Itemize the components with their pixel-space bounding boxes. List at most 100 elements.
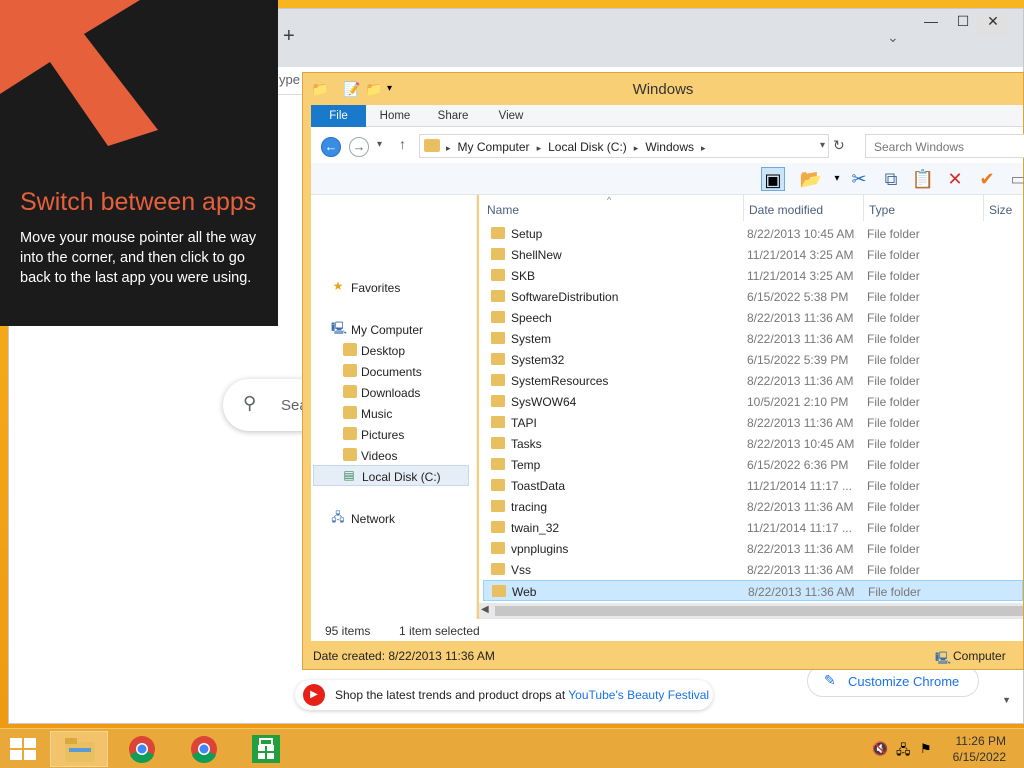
- back-button[interactable]: ←: [321, 137, 341, 157]
- up-button[interactable]: ↑: [399, 136, 406, 152]
- table-row[interactable]: System 8/22/2013 11:36 AM File folder: [483, 328, 1023, 349]
- taskbar-chrome-1[interactable]: [114, 731, 172, 767]
- delete-icon[interactable]: ✕: [943, 167, 967, 191]
- chrome-close-button[interactable]: ✕: [977, 13, 1009, 35]
- tab-share[interactable]: Share: [433, 105, 473, 127]
- table-row[interactable]: Setup 8/22/2013 10:45 AM File folder: [483, 223, 1023, 244]
- new-tab-button[interactable]: +: [283, 25, 295, 48]
- address-dropdown-icon[interactable]: ▾: [820, 140, 825, 151]
- folder-icon: [491, 479, 505, 491]
- table-row[interactable]: Web 8/22/2013 11:36 AM File folder: [483, 580, 1023, 601]
- properties-dropdown-icon[interactable]: ▾: [825, 167, 849, 191]
- search-windows-placeholder: Search Windows: [874, 140, 965, 154]
- column-date-header[interactable]: Date modified: [743, 195, 863, 221]
- network-status-icon[interactable]: 🖧: [896, 741, 911, 763]
- folder-icon: [491, 227, 505, 239]
- table-row[interactable]: Vss 8/22/2013 11:36 AM File folder: [483, 559, 1023, 580]
- nav-music[interactable]: Music: [311, 403, 471, 424]
- refresh-icon[interactable]: ↻: [833, 137, 845, 154]
- scrollbar-thumb[interactable]: [495, 606, 1023, 616]
- nav-videos[interactable]: Videos: [311, 445, 471, 466]
- breadcrumb-windows[interactable]: Windows: [645, 140, 694, 154]
- recent-locations-icon[interactable]: ▾: [377, 139, 382, 150]
- paste-icon[interactable]: 📋: [911, 167, 935, 191]
- more-commands-icon[interactable]: ▭: [1007, 167, 1024, 191]
- table-row[interactable]: tracing 8/22/2013 11:36 AM File folder: [483, 496, 1023, 517]
- table-row[interactable]: TAPI 8/22/2013 11:36 AM File folder: [483, 412, 1023, 433]
- table-row[interactable]: SysWOW64 10/5/2021 2:10 PM File folder: [483, 391, 1023, 412]
- file-name: Setup: [511, 227, 543, 241]
- table-row[interactable]: twain_32 11/21/2014 11:17 ... File folder: [483, 517, 1023, 538]
- nav-downloads[interactable]: Downloads: [311, 382, 471, 403]
- properties-folder-icon[interactable]: 📂: [799, 167, 823, 191]
- search-windows-input[interactable]: Search Windows: [865, 134, 1024, 158]
- rename-check-icon[interactable]: ✔: [975, 167, 999, 191]
- start-windows-icon[interactable]: [10, 738, 36, 760]
- date-created: Date created: 8/22/2013 11:36 AM: [313, 649, 495, 663]
- table-row[interactable]: ShellNew 11/21/2014 3:25 AM File folder: [483, 244, 1023, 265]
- file-date-modified: 8/22/2013 10:45 AM: [747, 227, 855, 241]
- scroll-down-arrow-icon[interactable]: ▼: [1002, 695, 1011, 705]
- chrome-minimize-button[interactable]: —: [915, 13, 947, 35]
- folder-icon: [491, 542, 505, 554]
- file-type: File folder: [867, 500, 920, 514]
- tab-file[interactable]: File: [311, 105, 366, 127]
- system-clock[interactable]: 11:26 PM 6/15/2022: [953, 733, 1006, 765]
- table-row[interactable]: ToastData 11/21/2014 11:17 ... File folder: [483, 475, 1023, 496]
- column-size-header[interactable]: Size: [983, 195, 1023, 221]
- file-type: File folder: [867, 563, 920, 577]
- breadcrumb-local-disk[interactable]: Local Disk (C:): [548, 140, 627, 154]
- horizontal-scrollbar[interactable]: ◀: [479, 603, 1023, 619]
- table-row[interactable]: SKB 11/21/2014 3:25 AM File folder: [483, 265, 1023, 286]
- file-date-modified: 6/15/2022 6:36 PM: [747, 458, 849, 472]
- file-name: Temp: [511, 458, 541, 472]
- tab-view[interactable]: View: [491, 105, 531, 127]
- file-date-modified: 6/15/2022 5:39 PM: [747, 353, 849, 367]
- preview-pane-icon[interactable]: ▣: [761, 167, 785, 191]
- cut-icon[interactable]: ✂: [847, 167, 871, 191]
- nav-my-computer[interactable]: 🖳 My Computer: [311, 319, 471, 340]
- speaker-muted-icon[interactable]: 🔇: [872, 741, 888, 757]
- file-date-modified: 8/22/2013 11:36 AM: [747, 416, 854, 430]
- file-date-modified: 8/22/2013 11:36 AM: [747, 374, 854, 388]
- copy-icon[interactable]: ⧉: [879, 167, 903, 191]
- table-row[interactable]: Temp 6/15/2022 6:36 PM File folder: [483, 454, 1023, 475]
- folder-icon: [491, 416, 505, 428]
- table-row[interactable]: SoftwareDistribution 6/15/2022 5:38 PM Fil…: [483, 286, 1023, 307]
- address-bar[interactable]: ▸ My Computer ▸ Local Disk (C:) ▸ Windows ▸ ▾: [419, 134, 829, 158]
- promo-banner[interactable]: ▶ Shop the latest trends and product dro…: [295, 680, 713, 710]
- nav-desktop[interactable]: Desktop: [311, 340, 471, 361]
- scroll-left-arrow-icon[interactable]: ◀: [481, 604, 489, 615]
- nav-local-disk[interactable]: ▤ Local Disk (C:): [313, 465, 469, 486]
- selection-count: 1 item selected: [399, 624, 480, 638]
- nav-network[interactable]: 🖧 Network: [311, 508, 471, 529]
- action-center-flag-icon[interactable]: ⚑: [920, 741, 932, 757]
- nav-favorites[interactable]: ★ Favorites: [311, 277, 471, 298]
- file-date-modified: 11/21/2014 3:25 AM: [747, 248, 854, 262]
- clock-time: 11:26 PM: [955, 734, 1006, 748]
- ribbon-tabs: File Home Share View: [311, 105, 1023, 127]
- table-row[interactable]: System32 6/15/2022 5:39 PM File folder: [483, 349, 1023, 370]
- table-row[interactable]: SystemResources 8/22/2013 11:36 AM File fo…: [483, 370, 1023, 391]
- taskbar-store[interactable]: [238, 731, 296, 767]
- taskbar-file-explorer[interactable]: [50, 731, 108, 767]
- tab-search-icon[interactable]: ⌄: [887, 29, 899, 46]
- chrome-maximize-button[interactable]: ☐: [947, 13, 979, 35]
- table-row[interactable]: Speech 8/22/2013 11:36 AM File folder: [483, 307, 1023, 328]
- breadcrumb-my-computer[interactable]: My Computer: [458, 140, 530, 154]
- file-date-modified: 8/22/2013 11:36 AM: [747, 311, 854, 325]
- nav-pictures[interactable]: Pictures: [311, 424, 471, 445]
- tab-home[interactable]: Home: [375, 105, 415, 127]
- documents-folder-icon: [343, 364, 357, 377]
- forward-button[interactable]: →: [349, 137, 369, 157]
- explorer-titlebar[interactable]: 📁 📝 📁 ▾ Windows: [303, 73, 1023, 105]
- status-bar: 95 items 1 item selected: [311, 619, 1023, 641]
- promo-link[interactable]: YouTube's Beauty Festival: [568, 688, 709, 702]
- table-row[interactable]: Tasks 8/22/2013 10:45 AM File folder: [483, 433, 1023, 454]
- taskbar-chrome-2[interactable]: [176, 731, 234, 767]
- column-name-header[interactable]: Name ^: [479, 195, 743, 221]
- column-type-header[interactable]: Type: [863, 195, 983, 221]
- folder-icon: [491, 248, 505, 260]
- nav-documents[interactable]: Documents: [311, 361, 471, 382]
- table-row[interactable]: vpnplugins 8/22/2013 11:36 AM File folder: [483, 538, 1023, 559]
